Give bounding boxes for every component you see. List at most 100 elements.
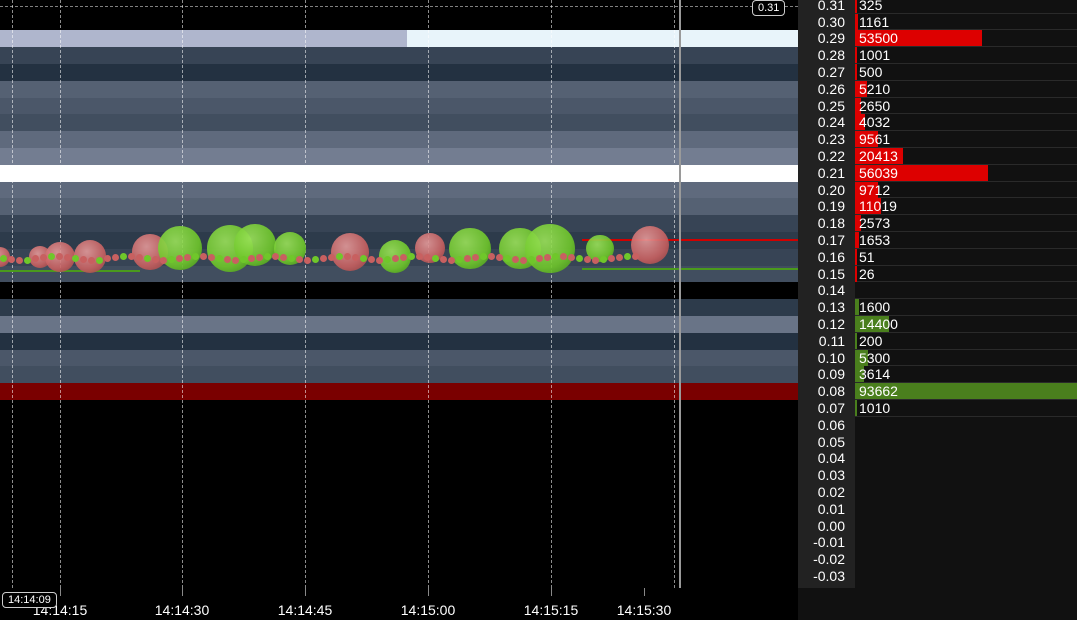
price-tick-label: 0.00 [817,517,845,534]
trade-dot [200,252,207,260]
price-tick-label: 0.24 [817,114,845,131]
order-quantity-label: 4032 [859,114,891,131]
trade-dot [472,253,479,261]
order-quantity-label: 1010 [859,400,891,416]
ask-volume-bar [855,265,857,282]
price-level-line [582,267,798,270]
price-tick-label: 0.22 [817,148,845,164]
price-tick-label: 0.11 [818,332,845,349]
trade-dot [56,252,63,260]
trade-dot [408,252,415,260]
trade-dot [24,256,31,264]
order-quantity-label: 26 [859,265,875,282]
order-book-row: 56039 [855,164,1077,182]
ask-volume-bar [855,13,858,30]
order-book-row: 500 [855,64,1077,81]
order-quantity-label: 56039 [859,164,898,181]
price-tick-label: -0.01 [813,534,845,551]
price-tick-label: 0.06 [817,416,845,433]
order-quantity-label: 1600 [859,299,891,316]
trade-dot [112,254,119,262]
trade-dot [432,255,439,262]
order-book-row: 4032 [855,114,1077,132]
order-quantity-label: 1161 [859,13,890,30]
trade-dot [616,253,623,261]
order-book-row: 9561 [855,131,1077,148]
cursor-time-tag: 14:14:09 [2,592,57,608]
trade-dot [592,256,599,264]
time-cursor-line[interactable] [679,0,681,588]
trade-dot [624,252,631,260]
order-quantity-label: 20413 [859,148,898,164]
order-book-row: 1600 [855,299,1077,316]
trade-dot [128,252,135,260]
price-tick-label: 0.02 [817,484,845,500]
order-book-row: 1653 [855,232,1077,249]
buy-trade-bubble [525,223,575,274]
ask-volume-bar [855,248,857,265]
order-quantity-label: 5210 [859,80,891,97]
trade-dot [352,253,359,261]
price-tick-label: 0.09 [817,366,845,383]
trade-dot [448,256,455,264]
order-book-row: 1161 [855,13,1077,31]
order-quantity-label: 325 [859,0,883,13]
order-quantity-label: 93662 [859,383,898,400]
chart-root: { "chart_data": { "type": "heatmap", "ti… [0,0,1077,620]
trade-dot [48,253,55,261]
price-tick-label: 0.08 [817,383,845,400]
price-tick-label: -0.02 [813,551,845,568]
price-tick-label: 0.23 [817,131,845,148]
order-book-row: 51 [855,248,1077,266]
price-tick-label: 0.18 [817,215,845,232]
price-tick-label: 0.29 [817,30,845,47]
order-quantity-label: 9712 [859,181,891,198]
order-quantity-label: 5300 [859,349,891,366]
trade-dot [288,254,295,262]
order-quantity-label: 9561 [859,131,891,148]
order-quantity-label: 51 [859,248,875,265]
grid-line [60,0,61,588]
order-quantity-label: 2650 [859,97,891,114]
price-tick-label: 0.03 [817,467,845,484]
trade-dot [496,253,503,261]
time-tick-label: 14:15:30 [616,602,672,618]
trade-dot [488,252,495,260]
bid-volume-bar [855,400,858,416]
price-tick-label: 0.26 [817,80,845,97]
time-tick [551,588,552,596]
order-quantity-label: 1653 [859,232,891,248]
order-quantity-label: 200 [859,332,883,349]
order-book-row [855,282,1077,300]
bottom-right-panel [798,588,1077,620]
trade-dot [304,256,311,264]
order-book-row: 200 [855,332,1077,350]
order-quantity-label: 53500 [859,30,898,47]
order-quantity-label: 1001 [859,47,891,64]
grid-line [674,0,675,588]
trade-dot [120,253,127,261]
trade-dot [360,254,367,262]
price-tick-label: 0.05 [817,433,845,450]
price-tick-label: 0.21 [817,164,845,181]
order-book-row: 11019 [855,198,1077,216]
trade-dot [184,254,191,262]
price-tick-label: 0.30 [817,13,845,30]
price-level-line [582,239,798,242]
ask-volume-bar [855,0,857,13]
trade-dot [344,252,351,260]
trade-dot [504,255,511,263]
last-price-tag: 0.31 [752,0,786,16]
order-book-row: 325 [855,0,1077,14]
grid-line [305,0,306,588]
time-tick [60,588,61,596]
order-book-row: 53500 [855,30,1077,48]
trade-dot [192,253,199,261]
trade-dot [552,252,559,260]
price-tick-label: 0.15 [817,265,845,282]
order-book-row: 26 [855,265,1077,283]
price-axis[interactable]: 0.31 0.30 0.29 0.28 0.27 0.26 0.25 0.24 0.23 0.22… [798,0,855,588]
trade-dot [72,254,79,262]
sell-trade-bubble [330,232,370,271]
time-axis[interactable]: 14:14:15 14:14:30 14:14:45 14:15:00 14:15:15… [0,588,798,620]
